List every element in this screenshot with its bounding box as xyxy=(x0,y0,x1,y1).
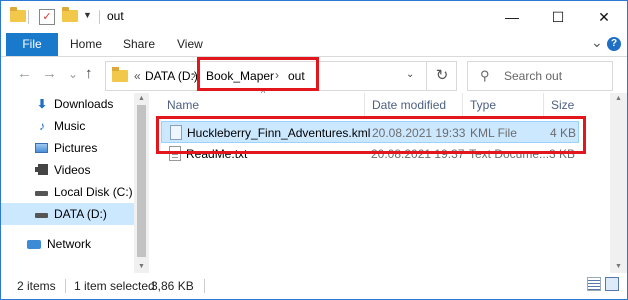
sidebar-item-downloads[interactable]: ⬇ Downloads xyxy=(1,93,134,115)
scroll-down-icon[interactable]: ▼ xyxy=(134,263,149,270)
close-button[interactable]: ✕ xyxy=(581,1,627,33)
column-divider[interactable] xyxy=(364,93,365,117)
file-list: ^ Name Date modified Type Size Huckleber… xyxy=(149,88,627,273)
address-history-dropdown[interactable]: ⌄ xyxy=(406,69,414,80)
search-box[interactable]: ⚲ Search out xyxy=(467,61,613,91)
sidebar-item-network[interactable]: Network xyxy=(1,233,134,255)
file-size: 4 KB xyxy=(550,126,577,140)
file-type: KML File xyxy=(470,126,517,140)
breadcrumb-separator[interactable]: › xyxy=(192,68,196,82)
file-list-scrollbar[interactable]: ▲ ▼ xyxy=(610,93,627,273)
status-selection: 1 item selected xyxy=(74,279,155,293)
tab-home[interactable]: Home xyxy=(70,33,102,56)
kml-file-icon xyxy=(170,125,182,140)
title-bar: ✓ ▼ out — ☐ ✕ xyxy=(1,1,627,33)
column-header-type[interactable]: Type xyxy=(470,98,496,112)
scroll-down-icon[interactable]: ▼ xyxy=(610,263,627,270)
drive-icon xyxy=(35,207,49,221)
breadcrumb-separator[interactable]: › xyxy=(275,68,279,82)
folder-icon xyxy=(112,67,128,82)
breadcrumb-book-maper[interactable]: Book_Maper xyxy=(206,69,274,83)
file-date: 20.08.2021 19:33 xyxy=(372,126,466,140)
sidebar-item-music[interactable]: ♪ Music xyxy=(1,115,134,137)
column-divider[interactable] xyxy=(543,93,544,117)
sidebar-item-label: Music xyxy=(54,119,86,133)
sidebar-item-label: Network xyxy=(47,237,92,251)
sort-ascending-icon: ^ xyxy=(261,88,266,98)
tab-view[interactable]: View xyxy=(177,33,203,56)
pictures-icon xyxy=(35,141,49,155)
column-header-name[interactable]: Name xyxy=(167,98,199,112)
recent-locations-button[interactable]: ⌄ xyxy=(68,67,78,81)
help-icon[interactable]: ? xyxy=(607,37,621,51)
window-title: out xyxy=(107,9,124,23)
status-bar: 2 items 1 item selected 3,86 KB xyxy=(1,273,627,299)
videos-icon xyxy=(35,163,49,177)
music-icon: ♪ xyxy=(39,119,45,133)
new-folder-icon[interactable] xyxy=(62,7,78,22)
navigation-bar: ← → ⌄ ↑ « DATA (D:) › Book_Maper › out ⌄… xyxy=(1,57,627,92)
sidebar-item-videos[interactable]: Videos xyxy=(1,159,134,181)
divider xyxy=(204,279,205,293)
sidebar-item-pictures[interactable]: Pictures xyxy=(1,137,134,159)
breadcrumb-out[interactable]: out xyxy=(288,69,305,83)
minimize-button[interactable]: — xyxy=(489,1,535,33)
forward-button[interactable]: → xyxy=(42,65,57,82)
refresh-button[interactable]: ↻ xyxy=(426,62,457,90)
properties-icon[interactable]: ✓ xyxy=(39,9,55,25)
navigation-pane: ⬇ Downloads ♪ Music Pictures Videos Loca… xyxy=(1,93,149,273)
customize-toolbar-icon[interactable]: ▼ xyxy=(83,10,92,20)
folder-icon xyxy=(10,7,26,22)
scroll-up-icon[interactable]: ▲ xyxy=(610,95,627,102)
sidebar-item-label: Pictures xyxy=(54,141,98,155)
up-button[interactable]: ↑ xyxy=(85,65,93,82)
explorer-window: ✓ ▼ out — ☐ ✕ File Home Share View ⌄ ? ←… xyxy=(0,0,628,300)
file-type: Text Docume... xyxy=(469,147,550,161)
sidebar-scrollbar[interactable]: ▲ ▼ xyxy=(134,93,149,273)
divider xyxy=(65,279,66,293)
breadcrumb-data-drive[interactable]: DATA (D:) xyxy=(145,69,198,83)
network-icon xyxy=(27,237,41,251)
maximize-button[interactable]: ☐ xyxy=(535,1,581,33)
scroll-up-icon[interactable]: ▲ xyxy=(134,95,149,102)
file-name: Huckleberry_Finn_Adventures.kml xyxy=(187,126,371,140)
file-row-readme[interactable]: ReadMe.txt 20.08.2021 19:37 Text Docume.… xyxy=(161,143,579,165)
file-date: 20.08.2021 19:37 xyxy=(371,147,465,161)
tab-share[interactable]: Share xyxy=(123,33,155,56)
sidebar-item-label: Downloads xyxy=(54,97,114,111)
details-view-icon[interactable] xyxy=(587,277,601,291)
ribbon-tabs: File Home Share View ⌄ ? xyxy=(1,33,627,57)
back-button[interactable]: ← xyxy=(17,65,32,82)
sidebar-item-data-drive[interactable]: DATA (D:) xyxy=(1,203,134,225)
search-icon: ⚲ xyxy=(480,68,490,83)
column-header-size[interactable]: Size xyxy=(551,98,574,112)
divider xyxy=(28,10,29,24)
divider xyxy=(99,10,100,24)
text-file-icon xyxy=(169,146,181,161)
tab-file[interactable]: File xyxy=(6,33,58,56)
scrollbar-thumb[interactable] xyxy=(137,105,146,257)
column-divider[interactable] xyxy=(462,93,463,117)
file-row-kml[interactable]: Huckleberry_Finn_Adventures.kml 20.08.20… xyxy=(161,121,579,143)
search-input[interactable]: Search out xyxy=(504,69,562,83)
sidebar-item-label: DATA (D:) xyxy=(54,207,107,221)
drive-icon xyxy=(35,185,49,199)
sidebar-item-label: Videos xyxy=(54,163,91,177)
sidebar-item-local-disk[interactable]: Local Disk (C:) xyxy=(1,181,134,203)
large-icons-view-icon[interactable] xyxy=(605,277,619,291)
expand-ribbon-icon[interactable]: ⌄ xyxy=(591,34,603,51)
status-item-count: 2 items xyxy=(17,279,56,293)
file-size: 3 KB xyxy=(549,147,576,161)
file-name: ReadMe.txt xyxy=(186,147,248,161)
sidebar-item-label: Local Disk (C:) xyxy=(54,185,133,199)
download-icon: ⬇ xyxy=(36,97,48,111)
column-header-date[interactable]: Date modified xyxy=(372,98,446,112)
address-bar[interactable]: « DATA (D:) › Book_Maper › out ⌄ ↻ xyxy=(105,61,457,91)
breadcrumb-overflow[interactable]: « xyxy=(134,69,141,83)
status-selection-size: 3,86 KB xyxy=(151,279,194,293)
